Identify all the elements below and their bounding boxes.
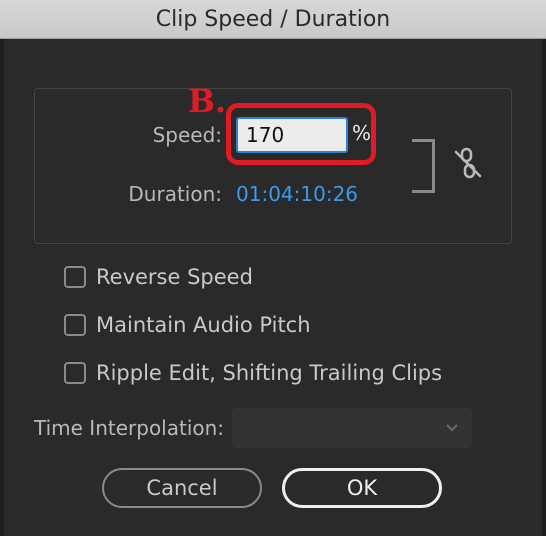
checkbox-label: Ripple Edit, Shifting Trailing Clips bbox=[96, 361, 443, 385]
reverse-speed-checkbox[interactable]: Reverse Speed bbox=[64, 265, 253, 289]
unlink-icon[interactable] bbox=[452, 146, 484, 180]
cancel-button[interactable]: Cancel bbox=[102, 468, 262, 508]
checkbox-label: Reverse Speed bbox=[96, 265, 253, 289]
clip-speed-duration-dialog: Clip Speed / Duration Speed: % Duration:… bbox=[0, 0, 546, 536]
checkbox-box[interactable] bbox=[64, 362, 86, 384]
maintain-audio-pitch-checkbox[interactable]: Maintain Audio Pitch bbox=[64, 313, 311, 337]
time-interpolation-select[interactable] bbox=[232, 408, 472, 448]
annotation-highlight-box bbox=[226, 103, 376, 165]
time-interpolation-label: Time Interpolation: bbox=[34, 416, 225, 440]
ok-button[interactable]: OK bbox=[282, 468, 442, 508]
duration-value[interactable]: 01:04:10:26 bbox=[236, 182, 358, 206]
dialog-title: Clip Speed / Duration bbox=[155, 6, 391, 32]
annotation-label: B. bbox=[188, 82, 227, 120]
checkbox-box[interactable] bbox=[64, 314, 86, 336]
ripple-edit-checkbox[interactable]: Ripple Edit, Shifting Trailing Clips bbox=[64, 361, 442, 385]
duration-label: Duration: bbox=[128, 182, 222, 206]
checkbox-label: Maintain Audio Pitch bbox=[96, 313, 311, 337]
link-bracket bbox=[412, 139, 435, 193]
chevron-down-icon bbox=[446, 424, 458, 432]
title-bar[interactable]: Clip Speed / Duration bbox=[0, 0, 546, 39]
speed-label: Speed: bbox=[152, 123, 222, 147]
checkbox-box[interactable] bbox=[64, 266, 86, 288]
